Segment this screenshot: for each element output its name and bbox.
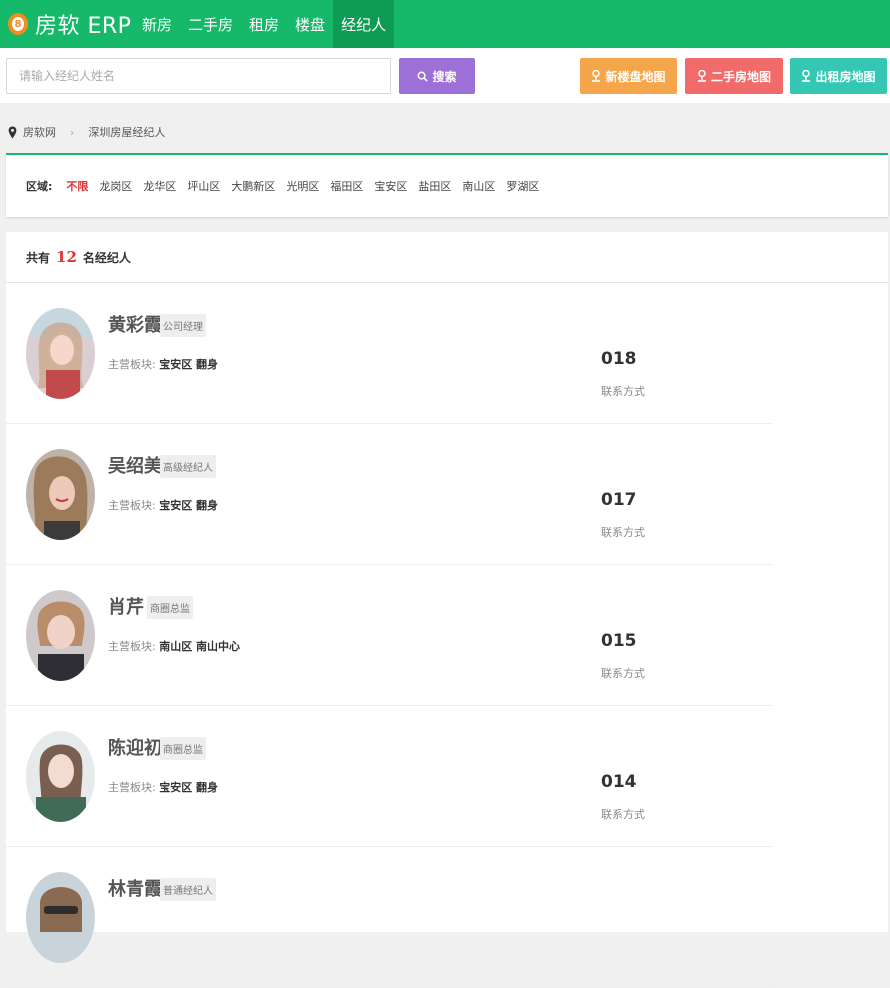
breadcrumb-current: 深圳房屋经纪人 bbox=[88, 126, 166, 139]
rent-map-button[interactable]: 出租房地图 bbox=[790, 58, 887, 94]
area-label: 主营板块: bbox=[108, 358, 156, 371]
brand-text: 房软 ERP bbox=[35, 14, 132, 39]
area-label: 主营板块: bbox=[108, 499, 156, 512]
avatar[interactable] bbox=[26, 449, 95, 540]
area-value: 宝安区 翻身 bbox=[159, 358, 219, 371]
area-value: 南山区 南山中心 bbox=[159, 640, 241, 653]
agent-name[interactable]: 黄彩霞 bbox=[108, 311, 162, 337]
avatar[interactable] bbox=[26, 590, 95, 681]
region-item-pingshan[interactable]: 坪山区 bbox=[187, 178, 220, 194]
contact-label[interactable]: 联系方式 bbox=[601, 524, 645, 540]
region-item-futian[interactable]: 福田区 bbox=[330, 178, 363, 194]
chevron-right-icon: › bbox=[70, 125, 75, 139]
nav-item-new-home[interactable]: 新房 bbox=[134, 0, 180, 48]
contact-label[interactable]: 联系方式 bbox=[601, 806, 645, 822]
agent-area: 主营板块: 宝安区 翻身 bbox=[108, 779, 218, 795]
region-item-longhua[interactable]: 龙华区 bbox=[143, 178, 176, 194]
search-icon bbox=[418, 71, 429, 82]
rent-map-label: 出租房地图 bbox=[815, 69, 876, 84]
breadcrumb-home[interactable]: 房软网 bbox=[23, 124, 56, 140]
search-input[interactable] bbox=[6, 58, 391, 94]
agent-title-badge: 商圈总监 bbox=[160, 737, 206, 760]
person-pin-icon bbox=[697, 70, 706, 82]
agent-name[interactable]: 林青霞 bbox=[108, 875, 162, 901]
area-label: 主营板块: bbox=[108, 781, 156, 794]
agent-list: 共有 12 名经纪人 黄彩霞 公司经理 主营板块: 宝安区 翻身 018 联系方… bbox=[6, 232, 888, 988]
region-item-baoan[interactable]: 宝安区 bbox=[374, 178, 407, 194]
nav-item-second-hand[interactable]: 二手房 bbox=[180, 0, 241, 48]
breadcrumb: 房软网 › 深圳房屋经纪人 bbox=[8, 124, 165, 140]
agent-code: 015 bbox=[601, 631, 637, 651]
region-item-longgang[interactable]: 龙岗区 bbox=[99, 178, 132, 194]
second-hand-map-label: 二手房地图 bbox=[710, 69, 771, 84]
agent-area: 主营板块: 宝安区 翻身 bbox=[108, 356, 218, 372]
agent-name[interactable]: 陈迎初 bbox=[108, 734, 162, 760]
avatar[interactable] bbox=[26, 872, 95, 963]
region-item-yantian[interactable]: 盐田区 bbox=[418, 178, 451, 194]
count-prefix: 共有 bbox=[26, 250, 51, 265]
region-item-all[interactable]: 不限 bbox=[66, 178, 88, 194]
agent-code: 018 bbox=[601, 349, 637, 369]
region-label: 区域: bbox=[26, 180, 53, 193]
count-number: 12 bbox=[56, 248, 77, 266]
agent-area: 主营板块: 南山区 南山中心 bbox=[108, 638, 240, 654]
top-nav: 8 房软 ERP 新房 二手房 租房 楼盘 经纪人 bbox=[0, 0, 890, 48]
contact-label[interactable]: 联系方式 bbox=[601, 665, 645, 681]
agent-title-badge: 普通经纪人 bbox=[160, 878, 216, 901]
agent-card[interactable]: 黄彩霞 公司经理 主营板块: 宝安区 翻身 018 联系方式 bbox=[6, 283, 773, 424]
count-suffix: 名经纪人 bbox=[82, 250, 131, 265]
agent-name[interactable]: 肖芹 bbox=[108, 593, 144, 619]
avatar[interactable] bbox=[26, 308, 95, 399]
search-bar: 搜索 新楼盘地图 二手房地图 出租房地图 bbox=[0, 48, 890, 103]
agent-name[interactable]: 吴绍美 bbox=[108, 452, 162, 478]
person-pin-icon bbox=[592, 70, 601, 82]
brand-logo-icon: 8 bbox=[8, 13, 28, 35]
contact-label[interactable]: 联系方式 bbox=[601, 383, 645, 399]
agent-title-badge: 公司经理 bbox=[160, 314, 206, 337]
brand-logo-glyph: 8 bbox=[12, 17, 24, 31]
location-pin-icon bbox=[8, 126, 17, 138]
second-hand-map-button[interactable]: 二手房地图 bbox=[685, 58, 783, 94]
agent-title-badge: 高级经纪人 bbox=[160, 455, 216, 478]
nav-item-building[interactable]: 楼盘 bbox=[287, 0, 333, 48]
region-item-luohu[interactable]: 罗湖区 bbox=[506, 178, 539, 194]
agent-code: 014 bbox=[601, 772, 637, 792]
search-button[interactable]: 搜索 bbox=[399, 58, 475, 94]
agent-area: 主营板块: 宝安区 翻身 bbox=[108, 497, 218, 513]
new-building-map-label: 新楼盘地图 bbox=[605, 69, 666, 84]
nav-item-agent[interactable]: 经纪人 bbox=[333, 0, 395, 48]
region-item-dapeng[interactable]: 大鹏新区 bbox=[231, 178, 275, 194]
agent-card[interactable]: 陈迎初 商圈总监 主营板块: 宝安区 翻身 014 联系方式 bbox=[6, 706, 773, 847]
agent-card[interactable]: 肖芹 商圈总监 主营板块: 南山区 南山中心 015 联系方式 bbox=[6, 565, 773, 706]
area-value: 宝安区 翻身 bbox=[159, 781, 219, 794]
search-button-label: 搜索 bbox=[432, 69, 457, 84]
agent-title-badge: 商圈总监 bbox=[147, 596, 193, 619]
agent-code: 017 bbox=[601, 490, 637, 510]
agent-card[interactable]: 吴绍美 高级经纪人 主营板块: 宝安区 翻身 017 联系方式 bbox=[6, 424, 773, 565]
region-item-guangming[interactable]: 光明区 bbox=[286, 178, 319, 194]
agent-card[interactable]: 林青霞 普通经纪人 bbox=[6, 847, 773, 988]
nav-item-rent[interactable]: 租房 bbox=[241, 0, 287, 48]
brand[interactable]: 8 房软 ERP bbox=[0, 0, 134, 48]
agent-count: 共有 12 名经纪人 bbox=[6, 232, 888, 283]
person-pin-icon bbox=[802, 70, 811, 82]
region-filter: 区域: 不限 龙岗区 龙华区 坪山区 大鹏新区 光明区 福田区 宝安区 盐田区 … bbox=[6, 153, 888, 217]
region-item-nanshan[interactable]: 南山区 bbox=[462, 178, 495, 194]
area-value: 宝安区 翻身 bbox=[159, 499, 219, 512]
avatar[interactable] bbox=[26, 731, 95, 822]
new-building-map-button[interactable]: 新楼盘地图 bbox=[580, 58, 677, 94]
area-label: 主营板块: bbox=[108, 640, 156, 653]
